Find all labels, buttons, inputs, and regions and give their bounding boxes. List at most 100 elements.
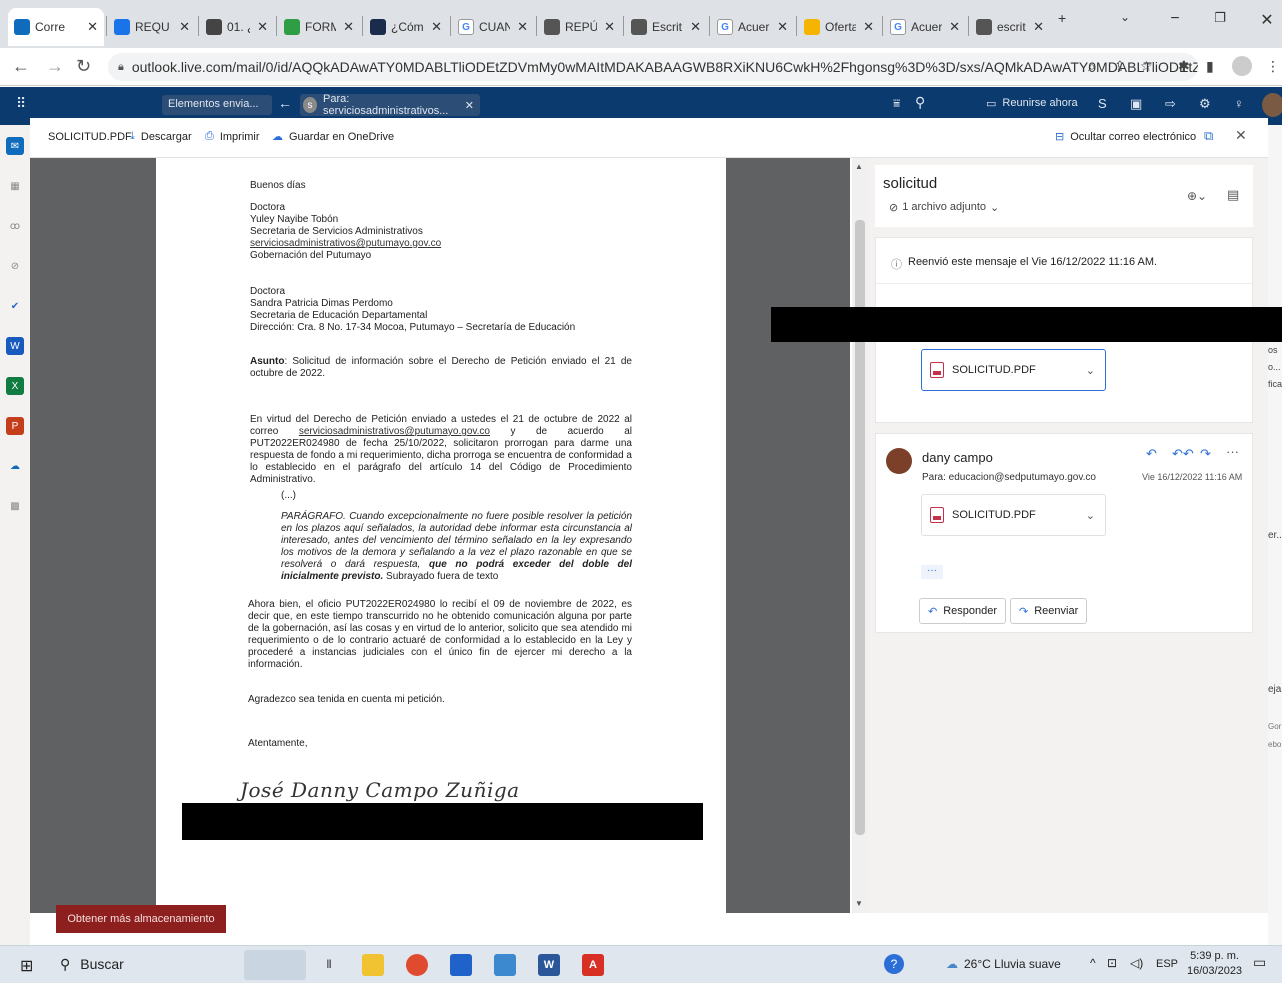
- star-icon[interactable]: ☆: [1140, 58, 1153, 75]
- recipient-pill[interactable]: s Para: serviciosadministrativos... ✕: [300, 93, 480, 117]
- close-tab-icon[interactable]: ✕: [777, 19, 788, 35]
- sent-folder-pill[interactable]: Elementos envia...: [162, 95, 272, 115]
- reply-icon[interactable]: ↶: [1146, 446, 1157, 462]
- close-viewer-icon[interactable]: ✕: [1235, 127, 1247, 144]
- hide-email-button[interactable]: ⊟ Ocultar correo electrónico: [1055, 130, 1196, 144]
- reply-button[interactable]: ↶ Responder: [919, 598, 1007, 624]
- close-window-icon[interactable]: ✕: [1252, 10, 1282, 30]
- attach-icon[interactable]: ⊘: [6, 257, 24, 275]
- help-icon[interactable]: ?: [884, 954, 904, 974]
- browser-tab[interactable]: REQU ✕: [108, 8, 196, 46]
- acrobat-icon[interactable]: A: [582, 954, 604, 976]
- outlook-app-icon[interactable]: [450, 954, 472, 976]
- browser-tab[interactable]: FORM ✕: [278, 8, 360, 46]
- close-tab-icon[interactable]: ✕: [179, 19, 190, 35]
- close-tab-icon[interactable]: ✕: [517, 19, 528, 35]
- back-arrow-icon[interactable]: ←: [278, 95, 292, 111]
- sidepanel-icon[interactable]: ▮: [1206, 58, 1214, 75]
- browser-tab[interactable]: G CUAN ✕: [452, 8, 534, 46]
- more-apps-icon[interactable]: ▩: [6, 497, 24, 515]
- share-icon[interactable]: ⇪: [1114, 58, 1126, 75]
- tab-search-icon[interactable]: ⌄: [1110, 10, 1140, 24]
- filter-icon[interactable]: ⩸: [893, 96, 900, 111]
- tray-chevron-icon[interactable]: ^: [1090, 956, 1096, 970]
- people-icon[interactable]: ꝏ: [6, 217, 24, 235]
- browser-tab[interactable]: G Acuer ✕: [884, 8, 966, 46]
- meet-now-button[interactable]: ▭ Reunirse ahora: [986, 97, 1078, 110]
- close-tab-icon[interactable]: ✕: [431, 19, 442, 35]
- download-button[interactable]: ⤓ Descargar: [130, 130, 192, 143]
- chrome-icon[interactable]: [406, 954, 428, 976]
- email-link[interactable]: serviciosadministrativos@putumayo.gov.co: [299, 426, 490, 437]
- close-tab-icon[interactable]: ✕: [949, 19, 960, 35]
- volume-icon[interactable]: ◁): [1130, 956, 1143, 970]
- profile-icon[interactable]: [1232, 56, 1252, 76]
- save-onedrive-button[interactable]: ☁ Guardar en OneDrive: [272, 130, 394, 144]
- back-arrow-icon[interactable]: ←: [12, 56, 30, 77]
- close-tab-icon[interactable]: ✕: [604, 19, 615, 35]
- close-tab-icon[interactable]: ✕: [863, 19, 874, 35]
- sender-name[interactable]: dany campo: [922, 450, 993, 465]
- close-tab-icon[interactable]: ✕: [87, 19, 98, 35]
- browser-tab[interactable]: G Acuer ✕: [711, 8, 794, 46]
- notifications-icon[interactable]: ▭: [1253, 954, 1266, 971]
- language-indicator[interactable]: ESP: [1156, 958, 1178, 970]
- clock[interactable]: 5:39 p. m. 16/03/2023: [1187, 949, 1242, 979]
- network-icon[interactable]: ⊡: [1107, 956, 1117, 970]
- close-tab-icon[interactable]: ✕: [1033, 19, 1044, 35]
- restore-icon[interactable]: ❐: [1205, 10, 1235, 26]
- browser-tab[interactable]: Escrit ✕: [625, 8, 707, 46]
- email-link[interactable]: serviciosadministrativos@putumayo.gov.co: [250, 238, 441, 250]
- scroll-up-icon[interactable]: ▲: [855, 162, 863, 171]
- reload-icon[interactable]: ↻: [76, 56, 91, 77]
- word-app-icon[interactable]: W: [538, 954, 560, 976]
- attachment-chip[interactable]: SOLICITUD.PDF ⌄: [921, 349, 1106, 391]
- weather-widget[interactable]: ☁ 26°C Lluvia suave: [946, 957, 1061, 971]
- zoom-icon[interactable]: ⌕: [1088, 58, 1096, 75]
- new-tab-button[interactable]: +: [1058, 10, 1066, 26]
- zoom-icon[interactable]: ⊕⌄: [1187, 189, 1207, 203]
- lightbulb-icon[interactable]: ♀: [1234, 96, 1244, 111]
- browser-tab[interactable]: ¿Cóm ✕: [364, 8, 448, 46]
- search-icon[interactable]: ⚲: [915, 94, 925, 111]
- forward-icon[interactable]: ↷: [1200, 446, 1211, 462]
- app-launcher-icon[interactable]: ⠿: [16, 95, 26, 112]
- close-tab-icon[interactable]: ✕: [343, 19, 354, 35]
- get-storage-button[interactable]: Obtener más almacenamiento: [56, 905, 226, 933]
- scroll-down-icon[interactable]: ▼: [855, 899, 863, 908]
- close-tab-icon[interactable]: ✕: [690, 19, 701, 35]
- immersive-reader-icon[interactable]: ▤: [1227, 187, 1239, 203]
- show-quoted-button[interactable]: ···: [921, 565, 943, 579]
- close-tab-icon[interactable]: ✕: [257, 19, 268, 35]
- browser-tab[interactable]: escrit ✕: [970, 8, 1050, 46]
- powerpoint-icon[interactable]: P: [6, 417, 24, 435]
- task-view-icon[interactable]: ⫴: [318, 954, 340, 976]
- file-explorer-icon[interactable]: [362, 954, 384, 976]
- app-icon[interactable]: [494, 954, 516, 976]
- browser-tab[interactable]: REPÚ ✕: [538, 8, 621, 46]
- attachment-chip[interactable]: SOLICITUD.PDF ⌄: [921, 494, 1106, 536]
- onedrive-icon[interactable]: ☁: [6, 457, 24, 475]
- widget-image[interactable]: [244, 950, 306, 980]
- office-icon[interactable]: ▣: [1130, 96, 1142, 112]
- settings-gear-icon[interactable]: ⚙: [1199, 96, 1211, 112]
- url-bar[interactable]: 🔒︎ outlook.live.com/mail/0/id/AQQkADAwAT…: [108, 53, 1198, 81]
- feedback-icon[interactable]: ⇨: [1165, 96, 1176, 112]
- reply-all-icon[interactable]: ↶↶: [1172, 446, 1194, 462]
- word-icon[interactable]: W: [6, 337, 24, 355]
- extensions-icon[interactable]: ✱: [1178, 58, 1190, 75]
- popout-icon[interactable]: ⧉: [1204, 128, 1213, 144]
- user-avatar[interactable]: [1262, 93, 1282, 117]
- print-button[interactable]: ⎙ Imprimir: [205, 130, 260, 143]
- browser-tab[interactable]: Corre ✕: [8, 8, 104, 46]
- forward-button[interactable]: ↷ Reenviar: [1010, 598, 1088, 624]
- minimize-icon[interactable]: −: [1160, 10, 1190, 28]
- todo-icon[interactable]: ✔: [6, 297, 24, 315]
- chevron-down-icon[interactable]: ⌄: [1086, 509, 1095, 522]
- browser-tab[interactable]: Oferta ✕: [798, 8, 880, 46]
- forward-arrow-icon[interactable]: →: [46, 56, 64, 77]
- excel-icon[interactable]: X: [6, 377, 24, 395]
- browser-tab[interactable]: 01. ¿C ✕: [200, 8, 274, 46]
- mail-icon[interactable]: ✉: [6, 137, 24, 155]
- menu-icon[interactable]: ⋮: [1266, 58, 1280, 75]
